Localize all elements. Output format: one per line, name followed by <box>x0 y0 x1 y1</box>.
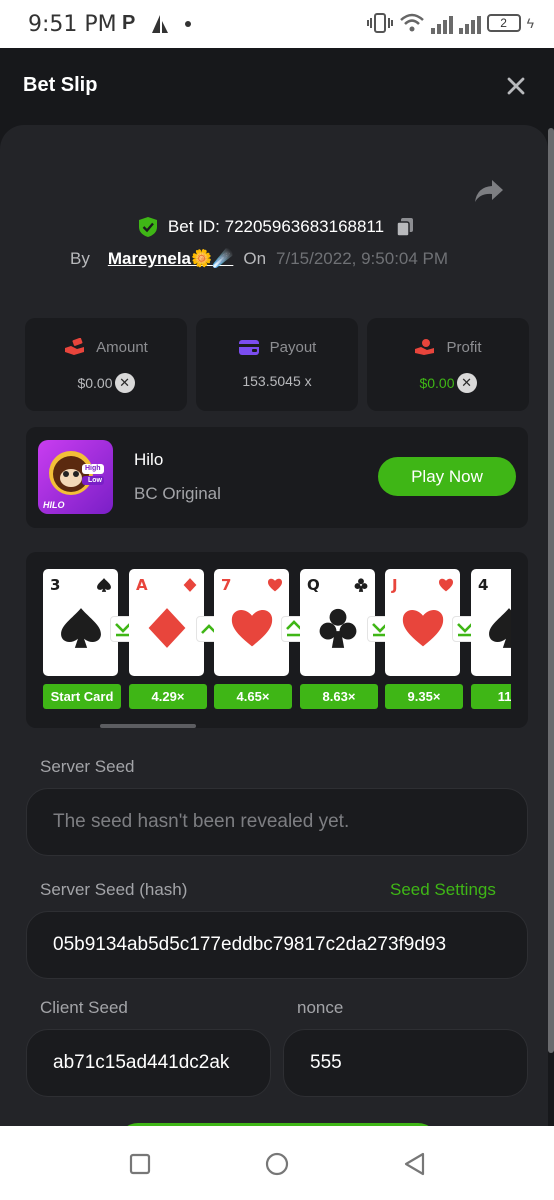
profit-hand-icon <box>415 339 435 355</box>
bet-id: Bet ID: 72205963683168811 <box>167 217 385 236</box>
copy-icon[interactable] <box>394 216 416 238</box>
bet-meta-row: By Mareynela🌼☄️ On 7/15/2022, 9:50:04 PM <box>70 249 448 269</box>
card-history-strip[interactable]: 3 Start Card A 4.29× 7 4.65× Q 8.63× J 9.35× 4 11.0 <box>43 569 511 716</box>
server-seed-hash-field[interactable]: 05b9134ab5d5c177eddbc79817c2da273f9d93 <box>26 911 528 979</box>
server-seed-label: Server Seed <box>40 757 135 776</box>
playing-card: 4 <box>471 569 511 676</box>
by-label: By <box>70 249 90 268</box>
card-rank: J <box>392 576 398 594</box>
share-icon[interactable] <box>474 178 504 204</box>
vibrate-icon <box>366 13 393 33</box>
bet-date: 7/15/2022, 9:50:04 PM <box>276 249 449 268</box>
on-label: On <box>243 249 267 268</box>
nonce-field[interactable]: 555 <box>283 1029 528 1097</box>
card-rank: 7 <box>221 576 232 594</box>
server-seed-field[interactable]: The seed hasn't been revealed yet. <box>26 788 528 856</box>
home-icon[interactable] <box>263 1150 291 1178</box>
card-rank: 3 <box>50 576 61 594</box>
close-icon[interactable] <box>502 72 530 100</box>
status-bar: 9:51 PM P 2 ϟ <box>0 0 554 48</box>
signal-icon-2 <box>458 12 481 34</box>
card-rank: 4 <box>478 576 489 594</box>
payout-label: Payout <box>269 338 317 356</box>
heart-suit-icon <box>438 578 454 592</box>
charging-icon: ϟ <box>526 15 534 31</box>
diamond-suit-icon <box>183 578 197 592</box>
username-link[interactable]: Mareynela🌼☄️ <box>108 249 234 269</box>
horizontal-scrollbar[interactable] <box>100 724 196 728</box>
server-seed-hash-value: 05b9134ab5d5c177eddbc79817c2da273f9d93 <box>53 934 447 955</box>
status-time: 9:51 PM <box>28 12 117 37</box>
page-title: Bet Slip <box>23 74 98 96</box>
card-multiplier: 4.29× <box>129 684 207 709</box>
parking-icon: P <box>122 12 136 34</box>
card-multiplier: 4.65× <box>214 684 292 709</box>
playing-card: J <box>385 569 460 676</box>
wallet-icon <box>238 340 259 355</box>
signal-icon-1 <box>430 12 453 34</box>
spade-suit-icon <box>489 608 511 648</box>
server-seed-hash-label: Server Seed (hash) <box>40 880 188 899</box>
currency-x-icon: ✕ <box>456 373 477 393</box>
card-multiplier: 11.0 <box>471 684 511 709</box>
card-multiplier: 8.63× <box>300 684 378 709</box>
notification-icons: P <box>122 12 192 35</box>
club-suit-icon <box>354 578 368 592</box>
amount-value: $0.00 <box>77 375 113 391</box>
spade-suit-icon <box>97 578 111 592</box>
club-suit-icon <box>319 608 357 648</box>
dot-icon <box>185 20 192 27</box>
thumb-low-text: Low <box>88 477 102 484</box>
nonce-value: 555 <box>310 1052 342 1073</box>
bet-slip-screen: Bet Slip Bet ID: 72205963683168811 By Ma… <box>0 48 554 1126</box>
client-seed-value: ab71c15ad441dc2ak <box>53 1052 230 1073</box>
amount-stat: Amount $0.00 ✕ <box>25 318 187 411</box>
vertical-scrollbar[interactable] <box>548 128 554 1053</box>
thumb-game-name: HILO <box>43 500 65 510</box>
seed-settings-link[interactable]: Seed Settings <box>390 880 496 900</box>
heart-suit-icon <box>402 610 444 647</box>
game-subtitle: BC Original <box>134 484 221 503</box>
client-seed-label: Client Seed <box>40 998 128 1017</box>
amount-label: Amount <box>96 338 148 356</box>
profit-value: $0.00 <box>419 375 455 391</box>
card-history-panel: 3 Start Card A 4.29× 7 4.65× Q 8.63× J 9.35× 4 11.0 <box>26 552 528 728</box>
system-nav-bar <box>0 1126 554 1200</box>
system-icons: 2 ϟ <box>366 12 534 34</box>
card-rank: A <box>136 576 148 594</box>
game-card: High Low HILO Hilo BC Original Play Now <box>26 427 528 528</box>
playing-card: 7 <box>214 569 289 676</box>
game-name: Hilo <box>134 450 164 469</box>
payout-stat: Payout 153.5045 x <box>196 318 358 411</box>
thumb-high-text: High <box>85 465 101 472</box>
profit-label: Profit <box>446 338 482 356</box>
payout-value: 153.5045 x <box>242 373 312 389</box>
play-now-button[interactable]: Play Now <box>378 457 516 496</box>
hilo-game-thumbnail[interactable]: High Low HILO <box>38 440 113 514</box>
playing-card: 3 <box>43 569 118 676</box>
profit-stat: Profit $0.00 ✕ <box>367 318 529 411</box>
battery-icon: 2 <box>486 14 521 32</box>
heart-suit-icon <box>267 578 283 592</box>
card-rank: Q <box>307 576 320 594</box>
bet-id-row: Bet ID: 72205963683168811 <box>0 216 554 238</box>
spade-suit-icon <box>61 608 101 648</box>
card-multiplier: 9.35× <box>385 684 463 709</box>
heart-suit-icon <box>231 610 273 647</box>
client-seed-field[interactable]: ab71c15ad441dc2ak <box>26 1029 271 1097</box>
back-icon[interactable] <box>401 1150 429 1178</box>
playing-card: A <box>129 569 204 676</box>
nonce-label: nonce <box>297 998 344 1017</box>
recents-icon[interactable] <box>126 1150 154 1178</box>
playing-card: Q <box>300 569 375 676</box>
server-seed-value: The seed hasn't been revealed yet. <box>53 811 350 832</box>
money-hand-icon <box>65 338 85 355</box>
currency-x-icon: ✕ <box>114 373 135 393</box>
shield-check-icon <box>138 217 157 237</box>
wifi-icon <box>399 13 424 32</box>
sail-icon <box>152 14 169 33</box>
diamond-suit-icon <box>148 608 186 648</box>
header: Bet Slip <box>0 48 554 124</box>
card-multiplier: Start Card <box>43 684 121 709</box>
